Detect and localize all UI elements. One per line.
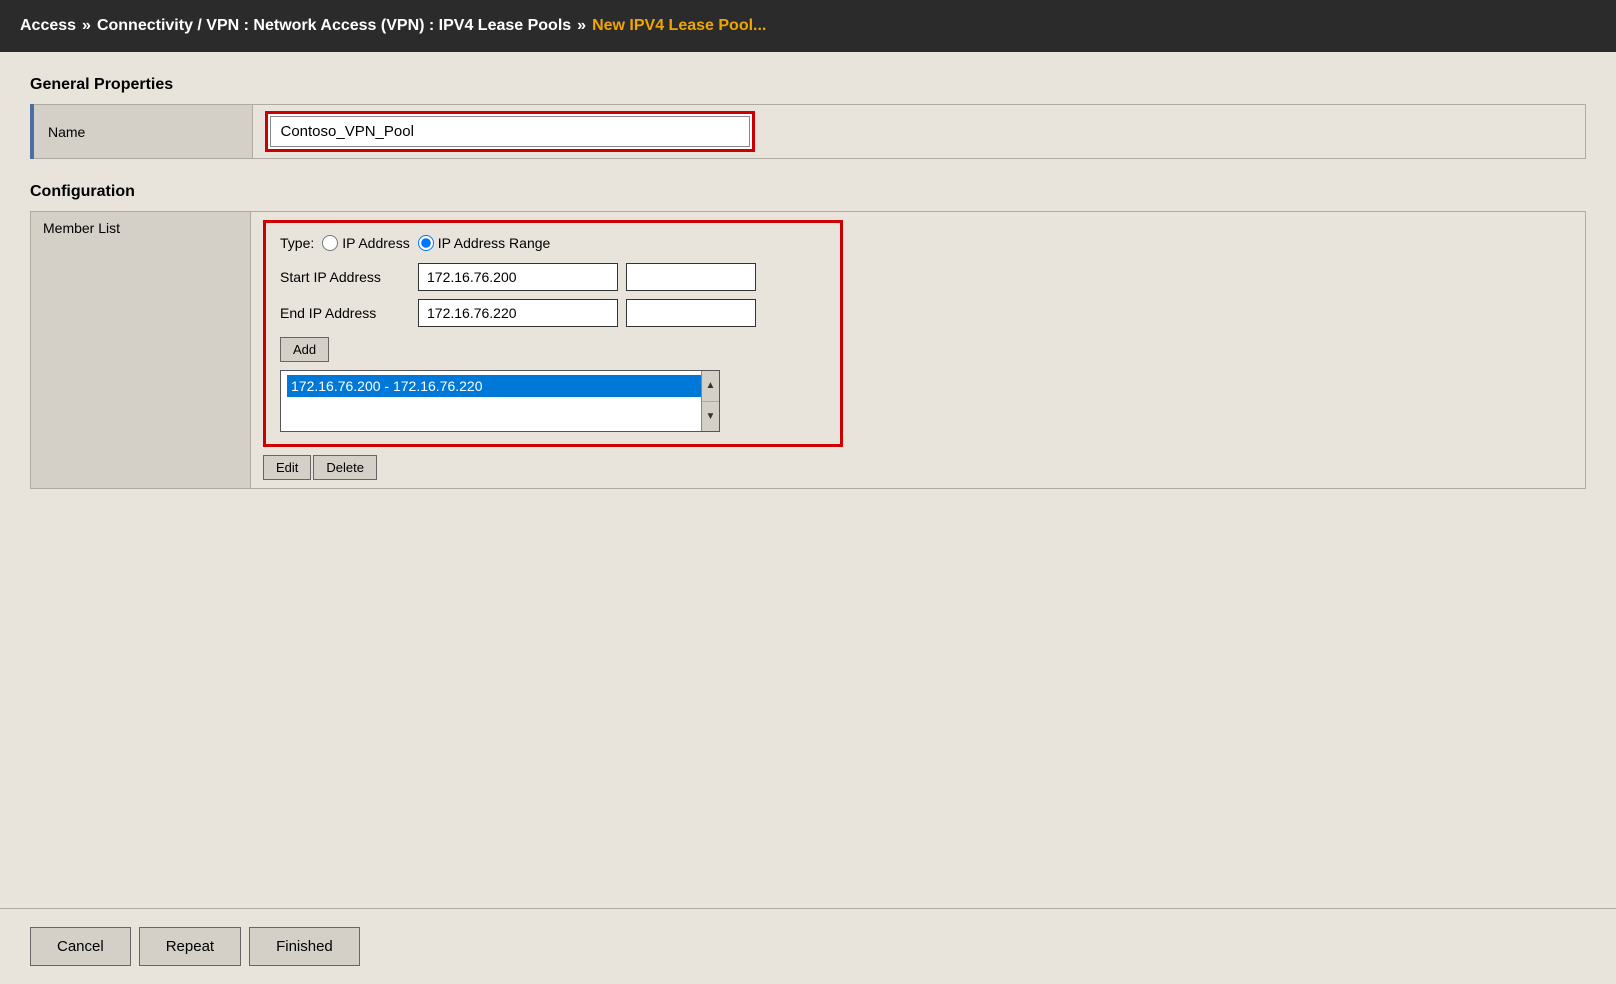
delete-button[interactable]: Delete — [313, 455, 377, 480]
name-label: Name — [32, 105, 252, 159]
end-ip-extra-input[interactable] — [626, 299, 756, 327]
breadcrumb-sep1: » — [82, 17, 91, 35]
main-content: General Properties Name Configuration Me… — [0, 52, 1616, 908]
type-label: Type: — [280, 235, 314, 251]
general-properties-title: General Properties — [30, 76, 1586, 94]
name-input[interactable] — [270, 116, 750, 147]
scroll-down-arrow[interactable]: ▼ — [702, 402, 719, 432]
action-buttons: Edit Delete — [263, 455, 1573, 480]
name-input-highlight-box — [265, 111, 755, 152]
config-inner-highlight-box: Type: IP Address IP Address Range Start … — [263, 220, 843, 447]
name-input-cell — [252, 105, 1586, 159]
configuration-table: Member List Type: IP Address IP Address … — [30, 211, 1586, 489]
listbox-items: 172.16.76.200 - 172.16.76.220 — [281, 371, 719, 431]
breadcrumb-current: New IPV4 Lease Pool... — [592, 17, 766, 35]
cancel-button[interactable]: Cancel — [30, 927, 131, 966]
type-row: Type: IP Address IP Address Range — [280, 235, 826, 251]
breadcrumb-mid: Connectivity / VPN : Network Access (VPN… — [97, 17, 571, 35]
scroll-arrows: ▲ ▼ — [701, 371, 719, 431]
add-button[interactable]: Add — [280, 337, 329, 362]
breadcrumb-sep2: » — [577, 17, 586, 35]
start-ip-input[interactable] — [418, 263, 618, 291]
bottom-bar: Cancel Repeat Finished — [0, 908, 1616, 984]
start-ip-extra-input[interactable] — [626, 263, 756, 291]
edit-button[interactable]: Edit — [263, 455, 311, 480]
config-content-cell: Type: IP Address IP Address Range Start … — [251, 212, 1586, 489]
finished-button[interactable]: Finished — [249, 927, 360, 966]
header-breadcrumb: Access » Connectivity / VPN : Network Ac… — [0, 0, 1616, 52]
type-ip-address-range-radio[interactable] — [418, 235, 434, 251]
end-ip-input[interactable] — [418, 299, 618, 327]
list-item[interactable]: 172.16.76.200 - 172.16.76.220 — [287, 375, 713, 397]
end-ip-row: End IP Address — [280, 299, 826, 327]
breadcrumb-access: Access — [20, 17, 76, 35]
start-ip-label: Start IP Address — [280, 269, 410, 285]
list-item-empty — [287, 397, 713, 423]
name-row: Name — [32, 105, 1586, 159]
scroll-up-arrow[interactable]: ▲ — [702, 371, 719, 402]
member-list-listbox[interactable]: 172.16.76.200 - 172.16.76.220 ▲ ▼ — [280, 370, 720, 432]
type-ip-address-radio[interactable] — [322, 235, 338, 251]
general-properties-table: Name — [30, 104, 1586, 159]
type-ip-address-text: IP Address — [342, 235, 409, 251]
configuration-title: Configuration — [30, 183, 1586, 201]
type-ip-address-range-text: IP Address Range — [438, 235, 551, 251]
add-button-wrapper: Add — [280, 335, 826, 370]
repeat-button[interactable]: Repeat — [139, 927, 241, 966]
type-ip-address-label[interactable]: IP Address — [322, 235, 409, 251]
config-row: Member List Type: IP Address IP Address … — [31, 212, 1586, 489]
type-ip-address-range-label[interactable]: IP Address Range — [418, 235, 551, 251]
member-list-label: Member List — [31, 212, 251, 489]
end-ip-label: End IP Address — [280, 305, 410, 321]
start-ip-row: Start IP Address — [280, 263, 826, 291]
